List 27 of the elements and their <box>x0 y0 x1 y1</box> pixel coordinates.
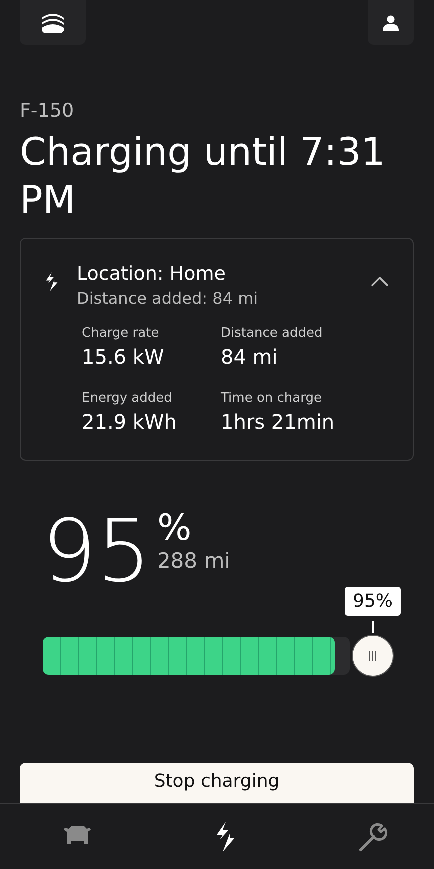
stat-label: Distance added <box>221 326 324 341</box>
range-label: 288 mi <box>157 549 230 573</box>
wrench-icon <box>358 820 390 852</box>
lightning-icon <box>45 271 59 293</box>
stat-value: 15.6 kW <box>82 345 166 369</box>
percent-sign: % <box>157 509 193 549</box>
chevron-icon <box>371 277 389 287</box>
limit-tooltip: 95% <box>345 587 401 616</box>
lightning-icon <box>215 820 237 852</box>
vehicle-name: F-150 <box>20 100 76 122</box>
user-icon <box>383 14 399 30</box>
grip-icon <box>369 651 377 661</box>
charging-title: Charging until 7:31 PM <box>20 129 386 224</box>
distance-summary: Distance added: 84 mi <box>77 289 260 308</box>
stat-label: Charge rate <box>82 326 160 341</box>
garage-button[interactable] <box>20 0 86 45</box>
stat-value: 1hrs 21min <box>221 410 336 434</box>
stop-charging-button[interactable]: Stop charging <box>20 763 414 803</box>
stat-value: 21.9 kWh <box>82 410 178 434</box>
location-label: Location: Home <box>77 263 227 285</box>
battery-percent: 95 <box>42 509 152 595</box>
stat-value: 84 mi <box>221 345 279 369</box>
vehicle-stack-icon <box>40 12 66 34</box>
stat-label: Energy added <box>82 391 174 406</box>
stat-label: Time on charge <box>221 391 323 406</box>
profile-button[interactable] <box>368 0 414 45</box>
slider-handle[interactable] <box>352 635 394 677</box>
